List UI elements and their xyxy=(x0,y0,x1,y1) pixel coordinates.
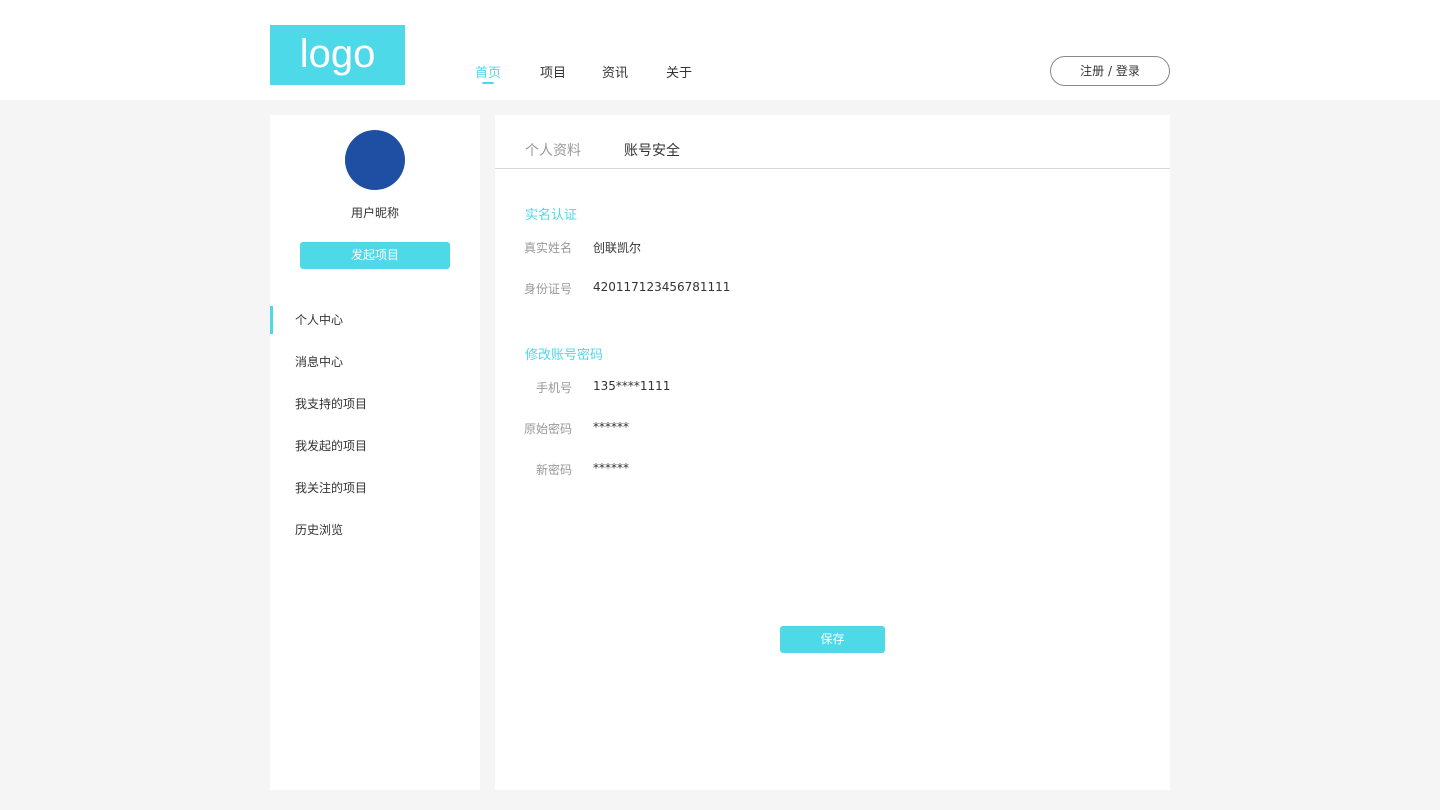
nav-active-indicator xyxy=(482,82,494,84)
section-title-verification: 实名认证 xyxy=(525,208,578,223)
tab-profile[interactable]: 个人资料 xyxy=(525,140,581,160)
id-number-label: 身份证号 xyxy=(523,282,572,296)
save-button[interactable]: 保存 xyxy=(780,626,885,653)
main-panel: 个人资料 账号安全 实名认证 真实姓名 创联凯尔 身份证号 4201171234… xyxy=(495,115,1170,790)
sidebar-item-history[interactable]: 历史浏览 xyxy=(270,516,480,544)
old-password-field[interactable]: ****** xyxy=(593,420,629,434)
phone-label: 手机号 xyxy=(535,381,572,395)
nav-item-projects[interactable]: 项目 xyxy=(540,62,566,81)
sidebar-item-followed-projects[interactable]: 我关注的项目 xyxy=(270,474,480,502)
launch-project-button[interactable]: 发起项目 xyxy=(300,242,450,269)
nav-item-news[interactable]: 资讯 xyxy=(602,62,628,81)
real-name-value: 创联凯尔 xyxy=(593,241,642,255)
nav-item-home[interactable]: 首页 xyxy=(475,62,501,81)
tab-divider xyxy=(495,168,1170,169)
phone-value: 135****1111 xyxy=(593,379,671,393)
register-login-button[interactable]: 注册 / 登录 xyxy=(1050,56,1170,86)
new-password-label: 新密码 xyxy=(535,463,572,477)
id-number-value: 420117123456781111 xyxy=(593,280,731,294)
nav-item-about[interactable]: 关于 xyxy=(666,62,692,81)
real-name-label: 真实姓名 xyxy=(523,241,572,255)
sidebar-item-supported-projects[interactable]: 我支持的项目 xyxy=(270,390,480,418)
sidebar: 用户昵称 发起项目 个人中心 消息中心 我支持的项目 我发起的项目 我关注的项目… xyxy=(270,115,480,790)
old-password-label: 原始密码 xyxy=(523,422,572,436)
tab-account-security[interactable]: 账号安全 xyxy=(624,140,680,160)
sidebar-item-messages[interactable]: 消息中心 xyxy=(270,348,480,376)
new-password-field[interactable]: ****** xyxy=(593,461,629,475)
user-nickname: 用户昵称 xyxy=(350,206,399,220)
avatar[interactable] xyxy=(345,130,405,190)
sidebar-item-launched-projects[interactable]: 我发起的项目 xyxy=(270,432,480,460)
sidebar-item-personal-center[interactable]: 个人中心 xyxy=(270,306,480,334)
top-header: logo 首页 项目 资讯 关于 注册 / 登录 xyxy=(0,0,1440,100)
section-title-password: 修改账号密码 xyxy=(525,348,604,363)
logo[interactable]: logo xyxy=(270,25,405,85)
